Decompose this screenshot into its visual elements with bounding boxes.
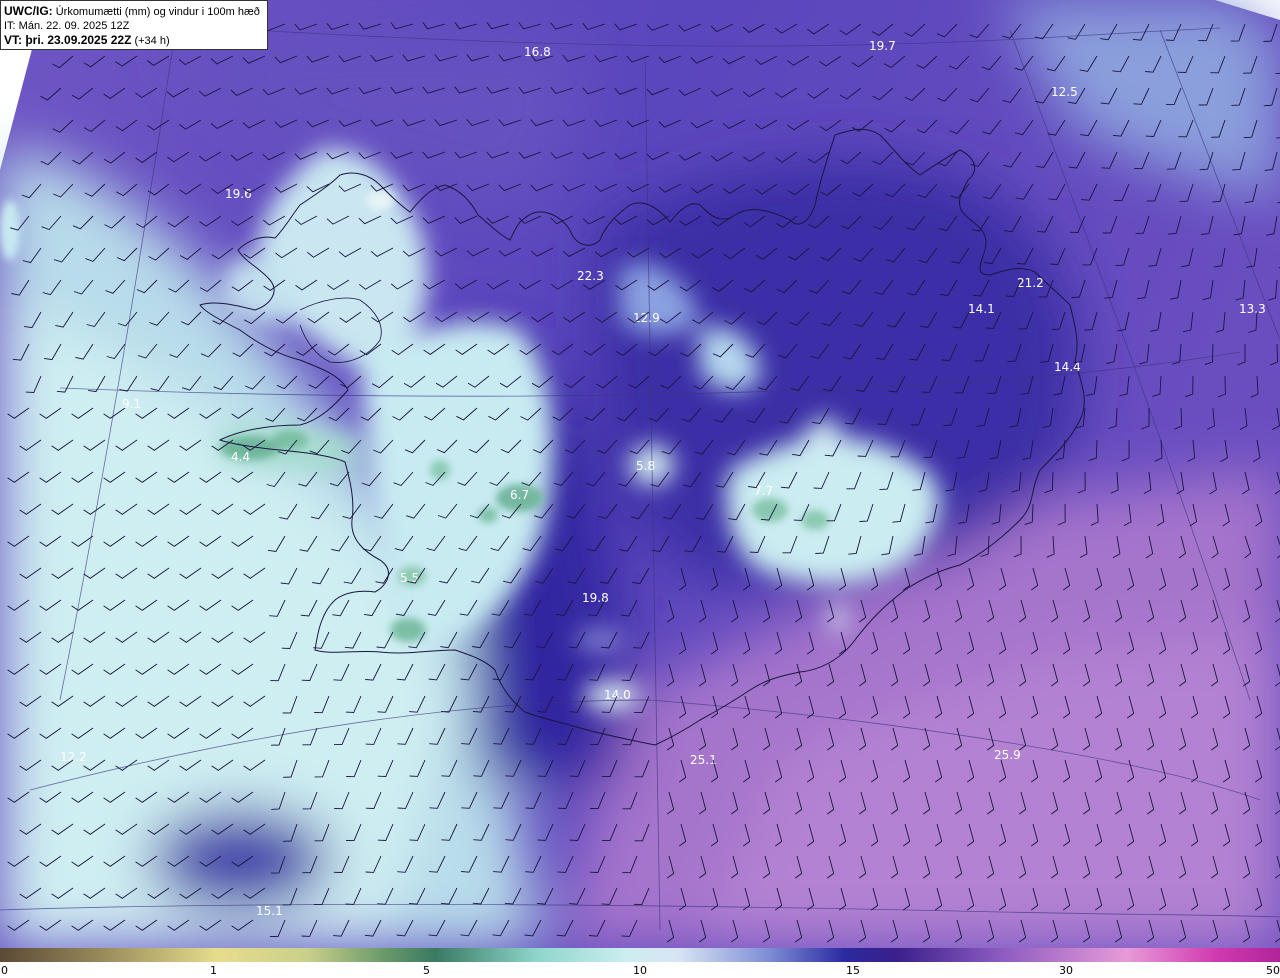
colorbar: 0 1 5 10 15 30 50 (0, 948, 1280, 978)
station-value: 15.1 (256, 904, 283, 918)
station-value: 4.4 (231, 450, 250, 464)
colorbar-tick: 5 (423, 964, 430, 977)
precip-field (0, 0, 1280, 948)
station-value: 12.5 (1051, 85, 1078, 99)
station-value: 19.8 (582, 591, 609, 605)
station-value: 19.6 (225, 187, 252, 201)
station-value: 25.9 (994, 748, 1021, 762)
station-value: 5.8 (636, 459, 655, 473)
colorbar-gradient (0, 948, 1280, 962)
title-text: Úrkomumætti (mm) og vindur i 100m hæð (52, 6, 260, 18)
station-value: 25.1 (690, 753, 717, 767)
station-value: 14.0 (604, 688, 631, 702)
colorbar-tick: 1 (210, 964, 217, 977)
colorbar-tick: 10 (633, 964, 647, 977)
station-value: 12.9 (633, 311, 660, 325)
station-value: 13.3 (1239, 302, 1266, 316)
map-header: UWC/IG: Úrkomumætti (mm) og vindur i 100… (0, 0, 268, 50)
valid-time-row: VT: þri. 23.09.2025 22Z (+34 h) (4, 33, 264, 48)
station-value: 6.7 (510, 488, 529, 502)
title-row: UWC/IG: Úrkomumætti (mm) og vindur i 100… (4, 4, 264, 19)
model-label: UWC/IG: (4, 4, 53, 18)
colorbar-tick: 30 (1059, 964, 1073, 977)
station-value: 16.8 (524, 45, 551, 59)
station-value: 19.7 (869, 39, 896, 53)
forecast-offset: (+34 h) (131, 35, 170, 47)
weather-map: 16.8 19.7 12.5 19.6 22.3 12.9 21.2 14.1 … (0, 0, 1280, 948)
station-value: 22.3 (577, 269, 604, 283)
colorbar-tick: 50 (1266, 964, 1280, 977)
station-value: 5.5 (400, 571, 419, 585)
station-value: 21.2 (1017, 276, 1044, 290)
station-value: 12.2 (60, 750, 87, 764)
valid-time: VT: þri. 23.09.2025 22Z (4, 33, 132, 47)
station-value: 14.1 (968, 302, 995, 316)
colorbar-tick: 15 (846, 964, 860, 977)
station-value: 9.1 (122, 397, 141, 411)
colorbar-tick: 0 (1, 964, 8, 977)
init-time: IT: Mán. 22. 09. 2025 12Z (4, 20, 130, 32)
